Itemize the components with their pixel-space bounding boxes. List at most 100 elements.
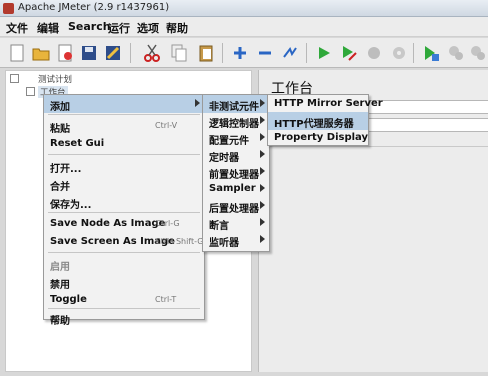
non-test-submenu: HTTP Mirror Server HTTP代理服务器 Property Di… <box>267 94 383 147</box>
submenu-item-assertion[interactable]: 断言 <box>203 214 269 232</box>
save-icon[interactable] <box>78 42 100 64</box>
menu-item-save-node-image[interactable]: Save Node As Image Ctrl-G <box>44 215 204 233</box>
menu-item-enable: 启用 <box>44 255 204 273</box>
collapse-icon[interactable] <box>254 42 276 64</box>
submenu-item-label: 逻辑控制器 <box>209 119 259 130</box>
submenu-item-non-test[interactable]: 非测试元件 <box>203 95 269 113</box>
toggle-icon[interactable] <box>279 42 301 64</box>
submenu-arrow-icon <box>260 116 265 124</box>
menu-item-disable[interactable]: 禁用 <box>44 273 204 291</box>
menu-item-open[interactable]: 打开... <box>44 157 204 175</box>
menu-item-add[interactable]: 添加 <box>44 95 204 113</box>
expand-icon[interactable] <box>229 42 251 64</box>
test-plan-icon <box>10 74 19 83</box>
submenu-arrow-icon <box>260 167 265 175</box>
submenu-arrow-icon <box>260 184 265 192</box>
menu-edit[interactable]: 编辑 <box>37 20 59 36</box>
menu-item-merge[interactable]: 合并 <box>44 175 204 193</box>
submenu-arrow-icon <box>260 218 265 226</box>
menu-separator <box>48 212 200 213</box>
submenu-arrow-icon <box>260 201 265 209</box>
comments-field[interactable] <box>359 118 488 132</box>
cut-icon[interactable] <box>141 42 163 64</box>
paste-icon[interactable] <box>195 42 217 64</box>
toolbar-separator <box>306 43 307 63</box>
open-icon[interactable] <box>30 42 52 64</box>
toolbar <box>0 38 488 68</box>
remote-stop-icon[interactable] <box>445 42 467 64</box>
submenu-arrow-icon <box>260 235 265 243</box>
menu-item-label: 打开... <box>50 164 82 175</box>
submenu-item-label: HTTP代理服务器 <box>274 119 354 130</box>
window-title: Apache JMeter (2.9 r1437961) <box>18 2 170 13</box>
submenu-item-http-proxy-server[interactable]: HTTP代理服务器 <box>268 112 368 130</box>
menu-item-shortcut: Ctrl+Shift-G <box>155 237 204 246</box>
menu-item-label: 粘贴 <box>50 124 70 135</box>
submenu-item-timer[interactable]: 定时器 <box>203 146 269 164</box>
submenu-item-label: HTTP Mirror Server <box>274 98 383 109</box>
toolbar-separator <box>413 43 414 63</box>
start-no-pause-icon[interactable] <box>338 42 360 64</box>
context-menu: 添加 粘贴 Ctrl-V Reset Gui 打开... 合并 保存为... S… <box>43 94 205 327</box>
menu-item-reset-gui[interactable]: Reset Gui <box>44 135 204 153</box>
menu-run[interactable]: 运行 <box>108 20 130 36</box>
stop-icon[interactable] <box>363 42 385 64</box>
submenu-item-http-mirror-server[interactable]: HTTP Mirror Server <box>268 95 383 113</box>
submenu-arrow-icon <box>195 99 200 107</box>
submenu-item-label: 配置元件 <box>209 136 249 147</box>
submenu-item-label: 非测试元件 <box>209 102 259 113</box>
submenu-arrow-icon <box>260 150 265 158</box>
start-icon[interactable] <box>313 42 335 64</box>
menu-item-label: 帮助 <box>50 316 70 327</box>
menu-item-label: Save Node As Image <box>50 218 166 229</box>
submenu-item-label: 断言 <box>209 221 229 232</box>
submenu-item-logic-controller[interactable]: 逻辑控制器 <box>203 112 269 130</box>
menu-help[interactable]: 帮助 <box>166 20 188 36</box>
menu-item-shortcut: Ctrl-G <box>156 219 180 228</box>
jmeter-app-icon <box>3 3 14 14</box>
submenu-item-listener[interactable]: 监听器 <box>203 231 269 249</box>
add-submenu: 非测试元件 逻辑控制器 配置元件 定时器 前置处理器 Sampler 后置处理器… <box>202 94 270 252</box>
menu-item-help[interactable]: 帮助 <box>44 303 204 327</box>
menubar: 文件 编辑 Search 运行 选项 帮助 <box>0 17 488 37</box>
menu-options[interactable]: 选项 <box>137 20 159 36</box>
submenu-arrow-icon <box>260 133 265 141</box>
tree-node-test-plan[interactable]: 测试计划 <box>38 73 72 85</box>
menu-file[interactable]: 文件 <box>6 20 28 36</box>
submenu-item-label: 后置处理器 <box>209 204 259 215</box>
submenu-item-label: Sampler <box>209 183 256 194</box>
shutdown-icon[interactable] <box>388 42 410 64</box>
menu-separator <box>48 154 200 155</box>
submenu-item-label: 监听器 <box>209 238 239 249</box>
submenu-item-sampler[interactable]: Sampler <box>203 180 269 198</box>
submenu-item-label: 前置处理器 <box>209 170 259 181</box>
workbench-icon <box>26 87 35 96</box>
menu-separator <box>48 114 200 115</box>
window-titlebar: Apache JMeter (2.9 r1437961) <box>0 0 488 17</box>
menu-item-label: 禁用 <box>50 280 70 291</box>
remote-start-icon[interactable] <box>420 42 442 64</box>
menu-item-save-screen-image[interactable]: Save Screen As Image Ctrl+Shift-G <box>44 233 204 251</box>
menu-item-save-as[interactable]: 保存为... <box>44 193 204 211</box>
submenu-item-property-display[interactable]: Property Display <box>268 129 368 147</box>
menu-item-paste[interactable]: 粘贴 Ctrl-V <box>44 117 204 135</box>
menu-separator <box>48 252 200 253</box>
close-icon[interactable] <box>54 42 76 64</box>
new-icon[interactable] <box>6 42 28 64</box>
menu-item-shortcut: Ctrl-V <box>155 121 178 130</box>
submenu-item-post-processor[interactable]: 后置处理器 <box>203 197 269 215</box>
submenu-item-config-element[interactable]: 配置元件 <box>203 129 269 147</box>
menu-item-label: 保存为... <box>50 200 92 211</box>
remote-exit-icon[interactable] <box>467 42 488 64</box>
menu-search[interactable]: Search <box>68 20 111 33</box>
toolbar-separator <box>222 43 223 63</box>
save-as-icon[interactable] <box>102 42 124 64</box>
submenu-item-pre-processor[interactable]: 前置处理器 <box>203 163 269 181</box>
submenu-item-label: 定时器 <box>209 153 239 164</box>
menu-item-label: 合并 <box>50 182 70 193</box>
menu-item-label: Reset Gui <box>50 138 105 149</box>
copy-icon[interactable] <box>168 42 190 64</box>
toolbar-separator <box>130 43 131 63</box>
menu-item-label: 启用 <box>50 262 70 273</box>
submenu-arrow-icon <box>260 99 265 107</box>
